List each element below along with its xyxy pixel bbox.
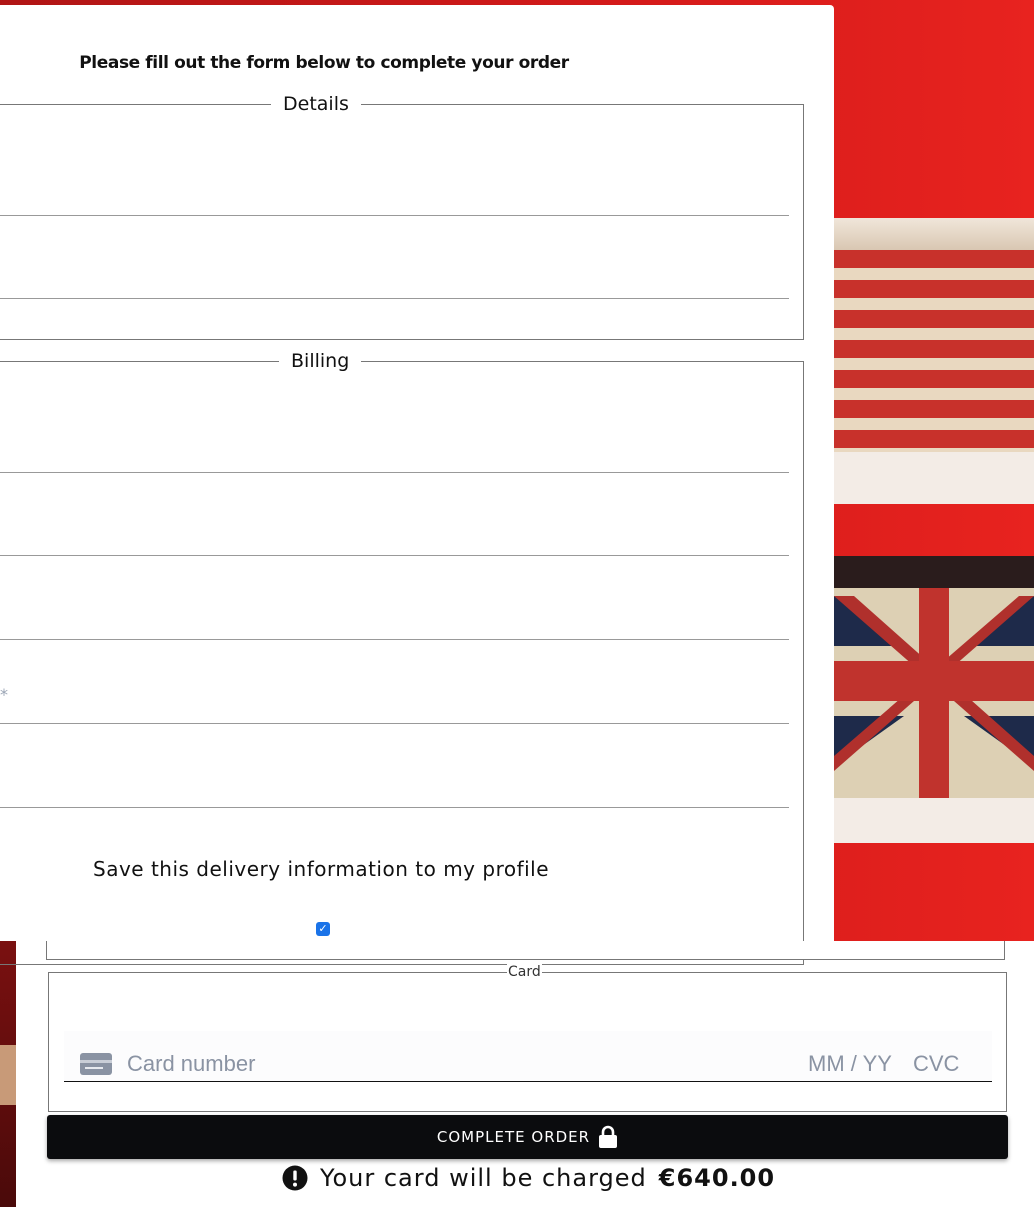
credit-card-icon bbox=[80, 1053, 112, 1075]
card-input[interactable]: Card number MM / YY CVC bbox=[64, 1031, 992, 1082]
form-intro-text: Please fill out the form below to comple… bbox=[79, 53, 569, 73]
billing-field-2[interactable] bbox=[0, 555, 789, 556]
complete-order-label: COMPLETE ORDER bbox=[436, 1128, 591, 1146]
striped-box-image bbox=[834, 220, 1034, 452]
complete-order-button[interactable]: COMPLETE ORDER bbox=[47, 1115, 1008, 1159]
shelf-upper bbox=[834, 452, 1034, 504]
charge-amount: €640.00 bbox=[658, 1164, 776, 1192]
save-info-checkbox[interactable]: ✓ bbox=[316, 922, 330, 936]
card-number-placeholder: Card number bbox=[127, 1051, 256, 1076]
union-jack-box-image bbox=[834, 556, 1034, 798]
background-left-box bbox=[0, 1045, 16, 1105]
shelf-lower bbox=[834, 798, 1034, 843]
card-fieldset: Card Card number MM / YY CVC bbox=[48, 964, 1007, 1112]
details-legend: Details bbox=[271, 93, 361, 115]
details-field-full-name[interactable] bbox=[0, 215, 789, 216]
details-field-email[interactable] bbox=[0, 298, 789, 299]
card-cvc-placeholder: CVC bbox=[913, 1051, 960, 1076]
card-legend: Card bbox=[507, 964, 542, 980]
checkout-form-panel: Please fill out the form below to comple… bbox=[0, 5, 834, 965]
billing-field-fragment: 2 bbox=[0, 769, 1, 788]
billing-legend: Billing bbox=[279, 350, 362, 372]
billing-fieldset-bottom bbox=[46, 941, 1005, 960]
details-fieldset: Details bbox=[0, 93, 804, 340]
billing-field-4[interactable] bbox=[0, 723, 789, 724]
billing-field-required-marker: * bbox=[0, 685, 8, 704]
billing-field-3[interactable] bbox=[0, 639, 789, 640]
lock-icon bbox=[599, 1125, 618, 1148]
save-info-label: Save this delivery information to my pro… bbox=[93, 857, 550, 881]
striped-box-lid bbox=[834, 218, 1034, 250]
charge-notice: Your card will be charged €640.00 bbox=[282, 1164, 775, 1192]
billing-field-1[interactable] bbox=[0, 472, 789, 473]
card-expiry-placeholder: MM / YY bbox=[808, 1051, 892, 1076]
exclamation-circle-icon bbox=[282, 1165, 308, 1191]
charge-text: Your card will be charged bbox=[320, 1164, 647, 1192]
billing-field-5[interactable] bbox=[0, 807, 789, 808]
